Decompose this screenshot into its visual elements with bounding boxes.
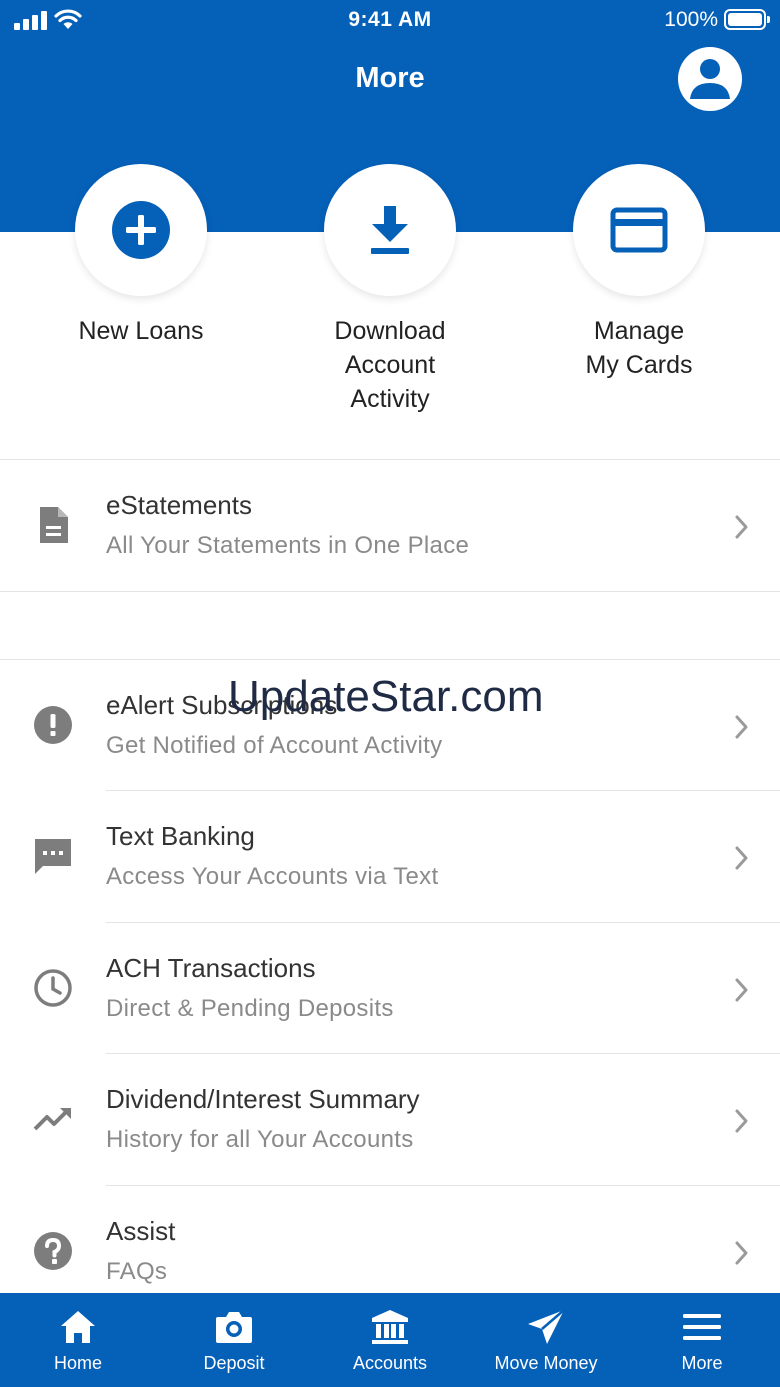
tab-bar: Home Deposit Accounts Move Money More (0, 1293, 780, 1387)
menu-item-title: Dividend/Interest Summary (106, 1084, 420, 1114)
user-icon (690, 59, 730, 99)
tab-label: Accounts (352, 1353, 428, 1373)
tab-accounts[interactable]: Accounts (312, 1293, 468, 1387)
clock-icon (32, 967, 74, 1009)
status-bar: 9:41 AM 100% (0, 0, 780, 40)
tab-label: Move Money (494, 1353, 598, 1373)
menu-item-dividend-interest-summary[interactable]: Dividend/Interest Summary History for al… (0, 1054, 780, 1185)
chevron-right-icon (735, 978, 748, 1002)
help-icon (32, 1230, 74, 1272)
document-icon (32, 504, 74, 546)
trending-up-icon (32, 1098, 74, 1140)
manage-cards-circle (573, 164, 705, 296)
battery-percentage: 100% (664, 8, 718, 31)
add-circle-icon (112, 201, 170, 259)
menu-icon (624, 1307, 780, 1347)
tab-deposit[interactable]: Deposit (156, 1293, 312, 1387)
alert-icon (32, 704, 74, 746)
download-icon (371, 206, 409, 254)
chevron-right-icon (735, 515, 748, 539)
menu-item-title: Assist (106, 1216, 176, 1246)
chat-icon (32, 835, 74, 877)
menu-item-estatements[interactable]: eStatements All Your Statements in One P… (0, 460, 780, 591)
watermark: UpdateStar.com (228, 672, 544, 721)
tab-home[interactable]: Home (0, 1293, 156, 1387)
bank-icon (312, 1307, 468, 1347)
new-loans-circle (75, 164, 207, 296)
camera-icon (156, 1307, 312, 1347)
menu-item-subtitle: All Your Statements in One Place (106, 532, 470, 559)
tab-move-money[interactable]: Move Money (468, 1293, 624, 1387)
status-time: 9:41 AM (348, 8, 432, 31)
menu-item-title: ACH Transactions (106, 953, 316, 983)
tab-label: Home (53, 1353, 102, 1373)
menu-item-subtitle: Direct & Pending Deposits (106, 995, 394, 1022)
chevron-right-icon (735, 1109, 748, 1133)
menu-item-subtitle: FAQs (106, 1258, 168, 1285)
profile-button[interactable] (678, 47, 742, 111)
menu-item-subtitle: Access Your Accounts via Text (106, 863, 439, 890)
menu-item-ach-transactions[interactable]: ACH Transactions Direct & Pending Deposi… (0, 923, 780, 1054)
chevron-right-icon (735, 846, 748, 870)
menu-item-title: Text Banking (106, 821, 255, 851)
menu-item-subtitle: History for all Your Accounts (106, 1126, 414, 1153)
download-activity-circle (324, 164, 456, 296)
home-icon (0, 1307, 156, 1347)
menu-item-title: eStatements (106, 490, 252, 520)
chevron-right-icon (735, 715, 748, 739)
section-gap (0, 592, 780, 659)
menu-item-text-banking[interactable]: Text Banking Access Your Accounts via Te… (0, 791, 780, 922)
tab-label: More (681, 1353, 723, 1373)
new-loans-label: New Loans (78, 317, 204, 345)
menu-item-subtitle: Get Notified of Account Activity (106, 732, 443, 759)
page-title: More (355, 62, 425, 94)
tab-more[interactable]: More (624, 1293, 780, 1387)
manage-cards-label: Manage My Cards (585, 317, 693, 379)
new-loans-action[interactable]: New Loans (31, 164, 251, 348)
send-icon (468, 1307, 624, 1347)
download-activity-label: Download Account Activity (334, 317, 446, 413)
download-activity-action[interactable]: Download Account Activity (280, 164, 500, 416)
credit-card-icon (610, 207, 668, 253)
battery-icon (724, 9, 770, 30)
manage-cards-action[interactable]: Manage My Cards (529, 164, 749, 382)
chevron-right-icon (735, 1241, 748, 1265)
tab-label: Deposit (203, 1353, 265, 1373)
